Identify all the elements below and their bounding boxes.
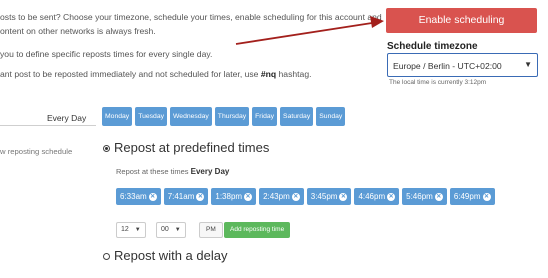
repost-times-subtitle-text: Repost at these times: [116, 167, 189, 176]
repost-delay-title: Repost with a delay: [114, 248, 228, 263]
repost-times-day: Every Day: [190, 167, 230, 176]
local-time-note: The local time is currently 3:12pm: [389, 79, 487, 86]
remove-icon[interactable]: ✕: [291, 192, 300, 201]
minute-select[interactable]: 00 ▼: [156, 222, 186, 238]
day-buttons: Monday Tuesday Wednesday Thursday Friday…: [102, 107, 346, 126]
repost-predefined-title: Repost at predefined times: [114, 140, 270, 155]
time-chips: 6:33am ✕ 7:41am ✕ 1:38pm ✕ 2:43pm ✕ 3:45pm ✕ …: [116, 188, 495, 205]
remove-icon[interactable]: ✕: [244, 192, 253, 201]
radio-delay[interactable]: [103, 253, 110, 260]
remove-icon[interactable]: ✕: [387, 192, 396, 201]
enable-scheduling-button[interactable]: Enable scheduling: [386, 8, 537, 33]
day-button-sunday[interactable]: Sunday: [316, 107, 346, 126]
time-chip[interactable]: 5:46pm ✕: [402, 188, 447, 205]
time-chip-label: 7:41am: [167, 192, 195, 201]
chevron-down-icon: ▼: [174, 227, 181, 233]
chevron-down-icon: ▼: [524, 60, 532, 69]
time-chip-label: 4:46pm: [358, 192, 386, 201]
hour-select[interactable]: 12 ▼: [116, 222, 146, 238]
timezone-value: Europe / Berlin - UTC+02:00: [393, 61, 502, 71]
remove-icon[interactable]: ✕: [196, 192, 205, 201]
hour-value: 12: [121, 226, 129, 233]
day-button-tuesday[interactable]: Tuesday: [135, 107, 168, 126]
time-chip[interactable]: 2:43pm ✕: [259, 188, 304, 205]
day-button-monday[interactable]: Monday: [102, 107, 133, 126]
time-chip[interactable]: 4:46pm ✕: [354, 188, 400, 205]
tab-divider: [0, 125, 96, 126]
repost-times-subtitle: Repost at these times Every Day: [116, 167, 229, 176]
remove-icon[interactable]: ✕: [482, 192, 491, 201]
minute-value: 00: [161, 226, 169, 233]
day-button-saturday[interactable]: Saturday: [280, 107, 314, 126]
time-chip-label: 3:45pm: [310, 192, 338, 201]
time-chip-label: 6:49pm: [453, 192, 481, 201]
time-chip[interactable]: 1:38pm ✕: [211, 188, 257, 205]
ampm-toggle[interactable]: PM: [199, 222, 223, 238]
time-chip[interactable]: 7:41am ✕: [163, 188, 209, 205]
add-reposting-time-button[interactable]: Add reposting time: [224, 222, 291, 238]
time-chip-label: 1:38pm: [215, 192, 243, 201]
tab-every-day[interactable]: Every Day: [47, 113, 86, 123]
radio-predefined[interactable]: [103, 145, 110, 152]
time-chip[interactable]: 6:33am ✕: [116, 188, 161, 205]
day-button-thursday[interactable]: Thursday: [214, 107, 250, 126]
time-chip[interactable]: 6:49pm ✕: [449, 188, 495, 205]
remove-icon[interactable]: ✕: [434, 192, 443, 201]
day-button-friday[interactable]: Friday: [252, 107, 278, 126]
day-button-wednesday[interactable]: Wednesday: [170, 107, 212, 126]
timezone-select[interactable]: Europe / Berlin - UTC+02:00 ▼: [387, 53, 538, 77]
time-chip-label: 6:33am: [120, 192, 147, 201]
chevron-down-icon: ▼: [134, 227, 141, 233]
schedule-timezone-title: Schedule timezone: [387, 41, 478, 52]
time-chip-label: 5:46pm: [406, 192, 433, 201]
remove-icon[interactable]: ✕: [148, 192, 157, 201]
new-reposting-schedule-link[interactable]: w reposting schedule: [0, 147, 72, 156]
time-chip-label: 2:43pm: [263, 192, 290, 201]
time-chip[interactable]: 3:45pm ✕: [306, 188, 352, 205]
remove-icon[interactable]: ✕: [339, 192, 348, 201]
